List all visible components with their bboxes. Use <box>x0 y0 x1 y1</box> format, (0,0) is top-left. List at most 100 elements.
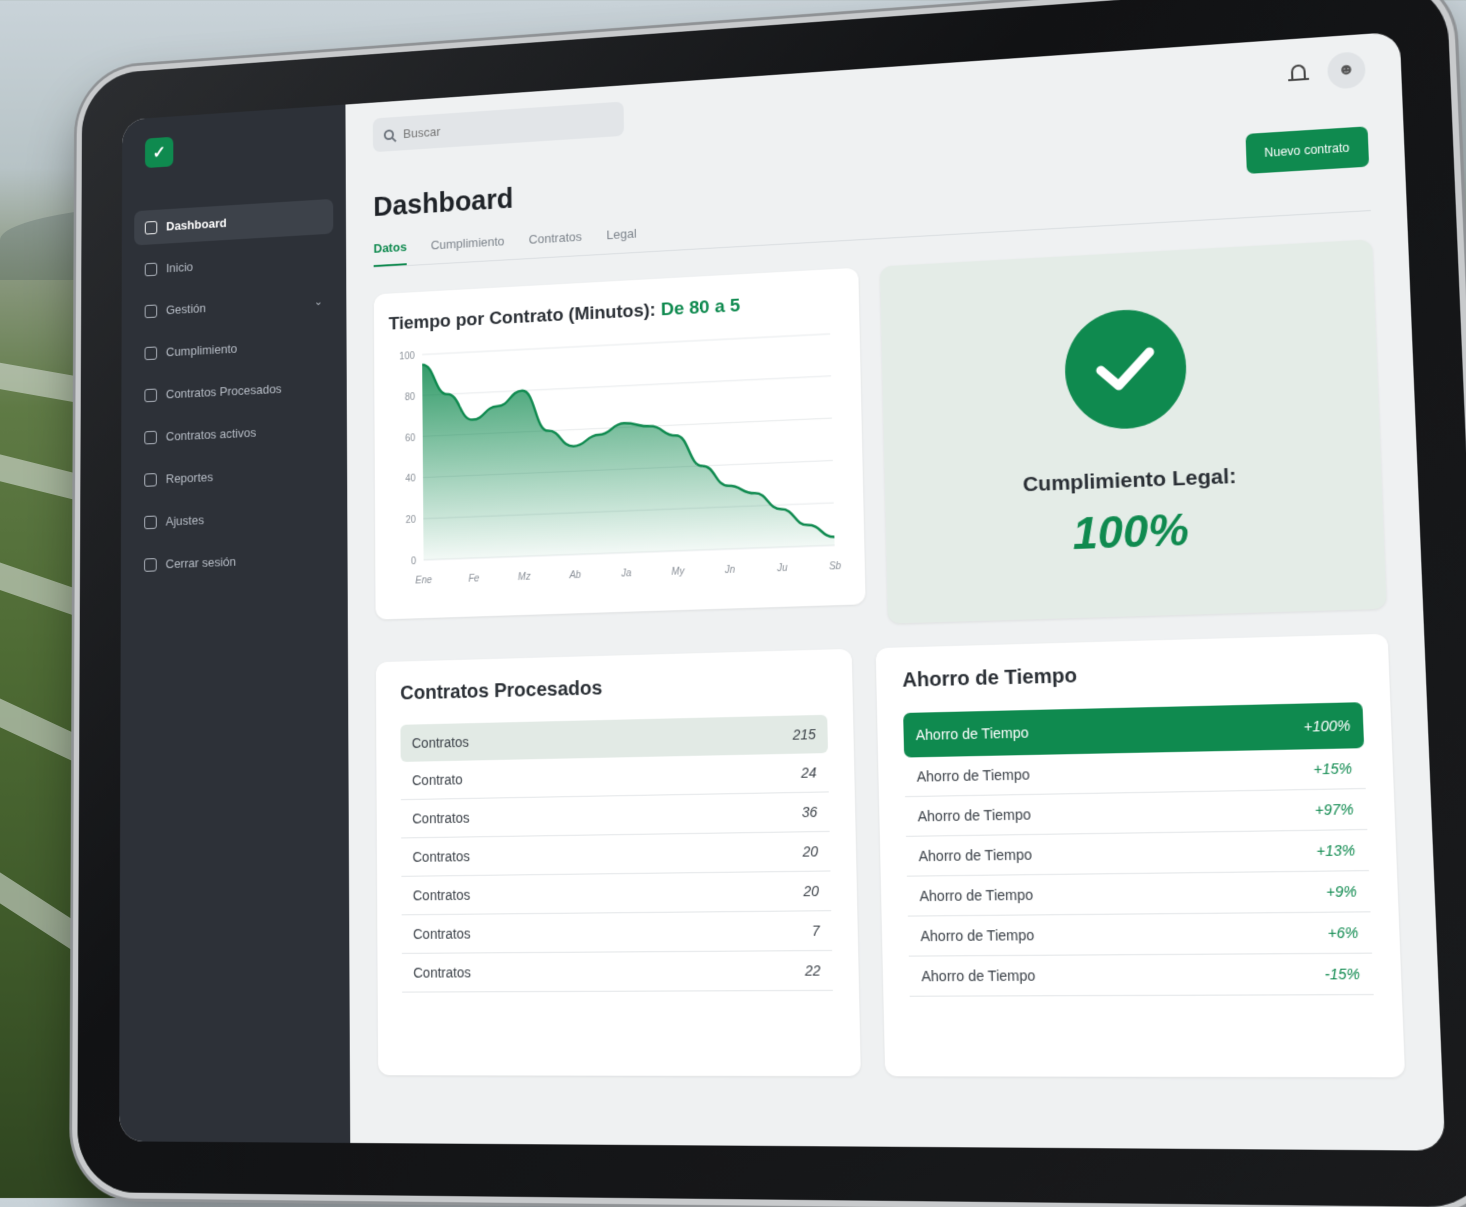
sidebar-item-label: Contratos Procesados <box>165 381 282 402</box>
x-tick-label: Ju <box>776 563 788 575</box>
y-tick-label: 60 <box>405 433 415 444</box>
search-input[interactable] <box>401 112 591 142</box>
user-icon: ☻ <box>1337 60 1356 79</box>
list-item-value: +13% <box>1316 841 1356 860</box>
list-item[interactable]: Contratos 20 <box>401 871 832 916</box>
document-icon <box>144 388 157 402</box>
list-item-label: Contratos <box>412 886 471 904</box>
gridline <box>422 334 830 355</box>
tab[interactable]: Contratos <box>529 229 582 258</box>
list-item-label: Ahorro de Tiempo <box>915 724 1029 744</box>
list-item-label: Contratos <box>411 734 469 751</box>
tab[interactable]: Datos <box>373 239 407 267</box>
contract-icon <box>144 430 157 444</box>
time-per-contract-card: Tiempo por Contrato (Minutos): De 80 a 5… <box>373 267 866 620</box>
sidebar-item[interactable]: Contratos activos <box>134 411 335 455</box>
area-fill <box>422 344 835 560</box>
shield-icon <box>144 345 158 360</box>
list-item-value: 24 <box>800 764 817 781</box>
compliance-label: Cumplimiento Legal: <box>1022 464 1237 497</box>
chart-title-highlight: De 80 a 5 <box>660 295 741 321</box>
contracts-list: Contratos 215 Contrato 24 Contratos 36 Contrat… <box>400 714 833 993</box>
dashboard-icon <box>144 220 158 235</box>
list-item-value: +6% <box>1327 924 1359 942</box>
list-item-value: +97% <box>1314 800 1354 819</box>
list-item-label: Ahorro de Tiempo <box>919 886 1034 905</box>
x-tick-label: Ab <box>568 570 581 582</box>
search-icon <box>383 128 394 140</box>
compliance-card: Cumplimiento Legal: 100% <box>879 239 1387 624</box>
list-item[interactable]: Contratos 20 <box>401 831 831 877</box>
list-item[interactable]: Ahorro de Tiempo +6% <box>907 912 1373 957</box>
list-item[interactable]: Contratos 22 <box>401 950 833 993</box>
list-item-value: 36 <box>801 803 818 821</box>
list-item[interactable]: Ahorro de Tiempo +9% <box>906 871 1371 917</box>
sidebar-item-label: Reportes <box>165 469 214 486</box>
new-contract-button[interactable]: Nuevo contrato <box>1245 126 1370 174</box>
list-item-label: Ahorro de Tiempo <box>917 806 1032 825</box>
compliance-value: 100% <box>1071 505 1190 560</box>
sidebar-item[interactable]: Cerrar sesión <box>133 540 334 582</box>
sidebar-item-label: Dashboard <box>166 215 227 234</box>
tab[interactable]: Cumplimiento <box>431 234 505 264</box>
list-item-value: +15% <box>1313 759 1353 778</box>
list-item[interactable]: Ahorro de Tiempo +97% <box>905 789 1368 837</box>
tablet-device: ✓ Dashboard Inicio Gestión ⌄ Cumplimiento Con… <box>77 0 1466 1207</box>
savings-list: Ahorro de Tiempo +100% Ahorro de Tiempo +15… <box>903 702 1374 997</box>
sidebar-item[interactable]: Contratos Procesados <box>134 368 334 413</box>
list-item-label: Ahorro de Tiempo <box>918 846 1033 865</box>
app-logo[interactable]: ✓ <box>144 136 174 169</box>
top-cards: Tiempo por Contrato (Minutos): De 80 a 5… <box>373 239 1387 639</box>
sidebar-item[interactable]: Gestión ⌄ <box>134 283 334 329</box>
list-item[interactable]: Contratos 7 <box>401 911 833 954</box>
home-icon <box>144 262 158 276</box>
list-item-label: Contrato <box>411 771 463 789</box>
list-item-value: 22 <box>804 962 821 979</box>
checkmark-icon <box>1063 306 1189 432</box>
app-screen: ✓ Dashboard Inicio Gestión ⌄ Cumplimiento Con… <box>119 31 1446 1151</box>
sidebar-item[interactable]: Reportes <box>134 454 335 498</box>
sidebar-nav: Dashboard Inicio Gestión ⌄ Cumplimiento Contr… <box>133 198 335 583</box>
x-tick-label: Sb <box>829 561 842 573</box>
sidebar-item-label: Cerrar sesión <box>165 554 237 572</box>
search-box[interactable] <box>372 101 625 153</box>
x-tick-label: Jn <box>724 564 736 576</box>
y-tick-label: 100 <box>399 351 414 363</box>
bottom-cards: Contratos Procesados Contratos 215 Contrat… <box>375 633 1406 1078</box>
chevron-down-icon: ⌄ <box>314 296 323 309</box>
y-tick-label: 40 <box>405 474 415 485</box>
sidebar-item[interactable]: Ajustes <box>133 497 334 540</box>
list-item-label: Ahorro de Tiempo <box>916 766 1031 785</box>
sidebar-item[interactable]: Inicio <box>134 241 333 287</box>
bell-icon[interactable] <box>1288 62 1310 85</box>
sidebar-item-label: Contratos activos <box>165 425 257 444</box>
x-tick-label: Ene <box>415 575 432 587</box>
x-tick-label: Mz <box>518 571 531 583</box>
report-icon <box>144 472 157 487</box>
list-item-value: +9% <box>1325 882 1358 901</box>
sidebar-item[interactable]: Dashboard <box>134 198 334 246</box>
user-avatar[interactable]: ☻ <box>1326 51 1366 90</box>
time-savings-card: Ahorro de Tiempo Ahorro de Tiempo +100% Ah… <box>875 633 1406 1078</box>
y-tick-label: 80 <box>405 392 415 403</box>
x-tick-label: My <box>671 566 685 578</box>
y-tick-label: 0 <box>411 556 416 567</box>
list-item[interactable]: Contratos 36 <box>400 792 830 839</box>
sidebar-item-label: Cumplimiento <box>165 341 238 360</box>
sidebar: ✓ Dashboard Inicio Gestión ⌄ Cumplimiento Con… <box>119 104 351 1143</box>
contracts-processed-card: Contratos Procesados Contratos 215 Contrat… <box>375 648 861 1077</box>
sidebar-item[interactable]: Cumplimiento <box>134 326 334 371</box>
x-tick-label: Ja <box>620 568 631 580</box>
list-item-label: Ahorro de Tiempo <box>920 926 1035 945</box>
gridline <box>422 376 831 395</box>
gear-icon <box>144 515 157 529</box>
time-area-chart: 0 20 40 60 80 100 Ene Fe Mz Ab Ja My Jn Ju Sb <box>399 312 842 587</box>
list-item-value: 7 <box>811 922 820 939</box>
page-title: Dashboard <box>373 183 514 223</box>
tab[interactable]: Legal <box>606 226 637 254</box>
folder-icon <box>144 304 158 318</box>
list-item[interactable]: Ahorro de Tiempo -15% <box>908 953 1374 997</box>
list-item[interactable]: Ahorro de Tiempo +13% <box>906 830 1369 877</box>
list-item-label: Ahorro de Tiempo <box>921 967 1036 985</box>
list-item-label: Contratos <box>412 925 471 942</box>
